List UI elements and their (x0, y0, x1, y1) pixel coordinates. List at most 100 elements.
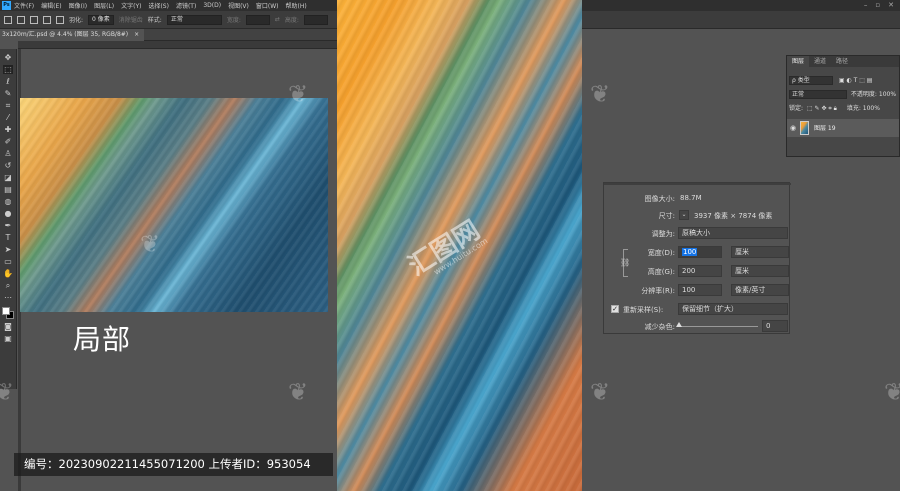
blend-row: 正常 不透明度: 100% (789, 90, 896, 100)
image-size-value: 88.7M (680, 194, 702, 202)
menu-edit[interactable]: 编辑(E) (41, 1, 61, 10)
antialias-checkbox[interactable]: 消除锯齿 (119, 15, 143, 24)
resample-select[interactable]: 保留细节（扩大） (678, 303, 788, 315)
reduce-noise-label: 减少杂色: (644, 323, 675, 331)
menu-image[interactable]: 图像(I) (69, 1, 87, 10)
watermark-logo-icon: ❦ (140, 230, 161, 258)
intersect-selection-icon[interactable] (56, 15, 64, 24)
menu-help[interactable]: 帮助(H) (286, 1, 307, 10)
more-tools-icon[interactable]: ⋯ (3, 293, 13, 302)
move-tool-icon[interactable]: ✥ (3, 53, 13, 62)
history-brush-icon[interactable]: ↺ (3, 161, 13, 170)
layers-panel: 图层 通道 路径 ρ 类型 ▣ ◐ T ⬚ ▤ 正常 不透明度: 100% 锁定… (786, 55, 900, 157)
resample-checkbox[interactable]: ✓ (611, 305, 619, 313)
width-value: 100 (682, 248, 698, 256)
height-unit-select[interactable]: 厘米 (731, 265, 789, 277)
menu-3d[interactable]: 3D(D) (203, 2, 221, 9)
style-select[interactable]: 正常 (166, 14, 222, 25)
color-swatches[interactable] (2, 307, 14, 319)
watermark-logo-icon: ❦ (288, 378, 309, 406)
tab-close-icon[interactable]: × (134, 31, 139, 38)
tab-layers[interactable]: 图层 (787, 56, 810, 67)
fit-to-select[interactable]: 原稿大小 (678, 227, 788, 239)
dimensions-label: 尺寸: (658, 212, 675, 220)
eraser-tool-icon[interactable]: ◪ (3, 173, 13, 182)
chain-link-icon[interactable]: ⛓ (620, 256, 630, 270)
menu-view[interactable]: 视图(V) (228, 1, 249, 10)
height-label: 高度(G): (647, 268, 675, 276)
document-tab-bar: 3x120m/汇.psd @ 4.4% (图层 35, RGB/8#) × (0, 29, 337, 41)
lock-icons[interactable]: ⬚ ✎ ✥ ⌗ 🔒︎ (807, 105, 837, 112)
document-tab-label: 3x120m/汇.psd @ 4.4% (图层 35, RGB/8#) (2, 31, 129, 38)
quick-select-tool-icon[interactable]: ✎ (3, 89, 13, 98)
marquee-preset-icon[interactable] (4, 15, 12, 24)
lock-label: 锁定: (789, 105, 804, 112)
layer-row[interactable]: ◉ 图层 19 (787, 119, 899, 137)
menu-file[interactable]: 文件(F) (14, 1, 34, 10)
resolution-unit-select[interactable]: 像素/英寸 (731, 284, 789, 296)
height-input[interactable] (303, 14, 328, 25)
watermark-logo-icon: ❦ (0, 378, 15, 406)
tab-channels[interactable]: 通道 (809, 56, 831, 67)
id-info-bar: 编号：20230902211455071200 上传者ID：953054 (14, 453, 333, 476)
resample-label: 重新采样(S): (623, 306, 664, 314)
tab-paths[interactable]: 路径 (831, 56, 853, 67)
filter-icons[interactable]: ▣ ◐ T ⬚ ▤ (839, 77, 873, 84)
marquee-tool-icon[interactable]: ⬚ (3, 65, 13, 74)
zoom-tool-icon[interactable]: ⌕ (3, 281, 13, 290)
dimensions-unit-dropdown[interactable]: ⌄ (679, 210, 689, 220)
blur-tool-icon[interactable]: ◍ (3, 197, 13, 206)
shape-tool-icon[interactable]: ▭ (3, 257, 13, 266)
healing-tool-icon[interactable]: ✚ (3, 125, 13, 134)
type-tool-icon[interactable]: T (3, 233, 13, 242)
ps-logo-icon[interactable]: Ps (2, 1, 11, 10)
quick-mask-icon[interactable]: ◙ (3, 322, 13, 331)
fit-to-label: 调整为: (651, 230, 675, 238)
eyedropper-tool-icon[interactable]: ⁄ (3, 113, 13, 122)
crop-tool-icon[interactable]: ⌗ (3, 101, 13, 110)
layer-filter-select[interactable]: ρ 类型 (789, 76, 833, 85)
width-input[interactable] (245, 14, 270, 25)
width-input[interactable]: 100 (678, 246, 722, 258)
reduce-noise-input[interactable]: 0 (762, 320, 788, 332)
pen-tool-icon[interactable]: ✒ (3, 221, 13, 230)
stamp-tool-icon[interactable]: ♙ (3, 149, 13, 158)
add-selection-icon[interactable] (30, 15, 38, 24)
document-tab[interactable]: 3x120m/汇.psd @ 4.4% (图层 35, RGB/8#) × (0, 29, 145, 41)
path-select-tool-icon[interactable]: ➤ (3, 245, 13, 254)
maximize-icon[interactable]: ▫ (875, 1, 880, 9)
fill-value[interactable]: 100% (863, 105, 880, 112)
menu-layer[interactable]: 图层(L) (94, 1, 114, 10)
layer-name[interactable]: 图层 19 (814, 123, 836, 132)
layer-filter-row: ρ 类型 ▣ ◐ T ⬚ ▤ (789, 76, 872, 86)
new-selection-icon[interactable] (17, 15, 25, 24)
swap-icon[interactable]: ⇄ (275, 16, 280, 23)
reduce-noise-slider-track[interactable] (678, 326, 758, 327)
menu-type[interactable]: 文字(Y) (121, 1, 141, 10)
eye-icon[interactable]: ◉ (790, 124, 796, 132)
close-icon[interactable]: ✕ (888, 1, 894, 9)
feather-input[interactable]: 0 像素 (88, 14, 114, 25)
menu-window[interactable]: 窗口(W) (256, 1, 279, 10)
minimize-icon[interactable]: – (864, 1, 868, 9)
hand-tool-icon[interactable]: ✋ (3, 269, 13, 278)
menu-filter[interactable]: 滤镜(T) (176, 1, 196, 10)
resolution-input[interactable]: 100 (678, 284, 722, 296)
menu-select[interactable]: 选择(S) (148, 1, 169, 10)
layer-thumbnail (800, 121, 809, 135)
canvas-detail-image (20, 98, 328, 312)
window-controls: – ▫ ✕ (864, 1, 894, 9)
opacity-value[interactable]: 100% (879, 91, 896, 98)
screen-mode-icon[interactable]: ▣ (3, 334, 13, 343)
gradient-tool-icon[interactable]: ▤ (3, 185, 13, 194)
height-input[interactable]: 200 (678, 265, 722, 277)
subtract-selection-icon[interactable] (43, 15, 51, 24)
blend-mode-select[interactable]: 正常 (789, 90, 847, 99)
watermark-logo-icon: ❦ (590, 80, 611, 108)
foreground-color-swatch[interactable] (2, 307, 10, 315)
dodge-tool-icon[interactable]: ● (3, 209, 13, 218)
lasso-tool-icon[interactable]: ℓ (3, 77, 13, 86)
width-unit-select[interactable]: 厘米 (731, 246, 789, 258)
brush-tool-icon[interactable]: ✐ (3, 137, 13, 146)
reduce-noise-slider-thumb[interactable] (676, 322, 682, 327)
